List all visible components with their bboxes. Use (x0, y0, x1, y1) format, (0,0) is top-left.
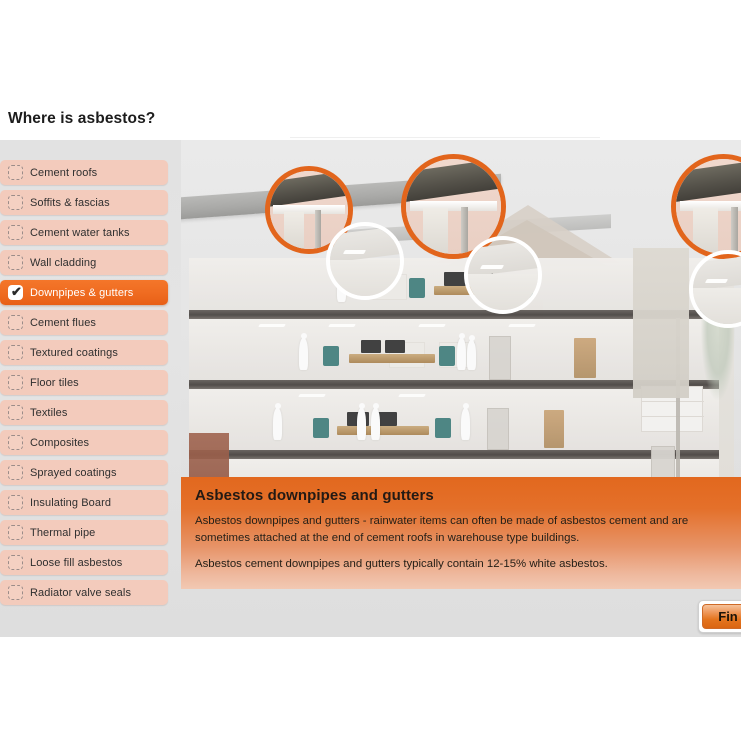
office-chair (439, 346, 455, 366)
ceiling-light (328, 324, 356, 327)
checklist-item-10[interactable]: ✔ Sprayed coatings (0, 460, 168, 485)
slide-page: Where is asbestos? Asbestos downpipes an… (0, 0, 741, 741)
person-figure (461, 403, 470, 440)
checklist-item-label: Downpipes & gutters (30, 286, 134, 299)
person-figure (357, 403, 366, 440)
hotspot-ceiling-detail-center[interactable] (464, 236, 542, 314)
page-bottom-whitespace (0, 637, 741, 741)
checklist-item-4[interactable]: ✔ Downpipes & gutters (0, 280, 168, 305)
checkbox-icon[interactable]: ✔ (8, 315, 23, 330)
checklist-item-label: Wall cladding (30, 256, 97, 269)
checklist-item-label: Cement flues (30, 316, 97, 329)
monitor (444, 272, 466, 286)
hotspot-zoom-content (330, 226, 400, 296)
desk (349, 354, 435, 363)
checkbox-icon[interactable]: ✔ (8, 375, 23, 390)
checkbox-checked-icon[interactable]: ✔ (8, 284, 23, 300)
caption-paragraph-2: Asbestos cement downpipes and gutters ty… (195, 558, 608, 570)
caption-paragraph-1: Asbestos downpipes and gutters - rainwat… (195, 515, 689, 544)
checklist-item-13[interactable]: ✔ Loose fill asbestos (0, 550, 168, 575)
checkbox-icon[interactable]: ✔ (8, 465, 23, 480)
header-divider (290, 137, 600, 138)
ceiling-light (508, 324, 536, 327)
checklist-item-0[interactable]: ✔ Cement roofs (0, 160, 168, 185)
floor-slab-3 (189, 450, 719, 459)
caption-panel: Asbestos downpipes and gutters Asbestos … (181, 477, 741, 589)
page-title: Where is asbestos? (8, 110, 156, 127)
asbestos-location-checklist: ✔ Cement roofs ✔ Soffits & fascias ✔ Cement w… (0, 160, 170, 615)
checkbox-icon[interactable]: ✔ (8, 165, 23, 180)
hotspot-zoom-content (468, 240, 538, 310)
hotspot-zoom-content (676, 159, 741, 254)
ceiling-light (398, 394, 426, 397)
checklist-item-label: Insulating Board (30, 496, 112, 509)
floor-3-interior (189, 389, 719, 450)
ceiling-light (258, 324, 286, 327)
checklist-item-label: Radiator valve seals (30, 586, 132, 599)
person-figure (273, 403, 282, 440)
checkbox-icon[interactable]: ✔ (8, 345, 23, 360)
checklist-item-8[interactable]: ✔ Textiles (0, 400, 168, 425)
person-figure (457, 333, 466, 370)
checklist-item-label: Sprayed coatings (30, 466, 117, 479)
checklist-item-3[interactable]: ✔ Wall cladding (0, 250, 168, 275)
checklist-item-label: Thermal pipe (30, 526, 96, 539)
checklist-item-9[interactable]: ✔ Composites (0, 430, 168, 455)
checklist-item-label: Cement roofs (30, 166, 98, 179)
monitor (361, 340, 381, 353)
checklist-item-6[interactable]: ✔ Textured coatings (0, 340, 168, 365)
checklist-item-11[interactable]: ✔ Insulating Board (0, 490, 168, 515)
building-cutaway-illustration (181, 140, 741, 485)
monitor (385, 340, 405, 353)
checklist-item-7[interactable]: ✔ Floor tiles (0, 370, 168, 395)
checkbox-icon[interactable]: ✔ (8, 225, 23, 240)
hotspot-ceiling-detail-right[interactable] (689, 250, 741, 328)
person-figure (467, 335, 476, 370)
office-chair (435, 418, 451, 438)
stair-tower (633, 248, 689, 398)
office-chair (313, 418, 329, 438)
desk (337, 426, 429, 435)
checklist-item-label: Textured coatings (30, 346, 118, 359)
ceiling-light (298, 394, 326, 397)
office-chair (323, 346, 339, 366)
ceiling-light (418, 324, 446, 327)
hotspot-ceiling-detail-left[interactable] (326, 222, 404, 300)
person-figure (299, 333, 308, 370)
lift-shaft (489, 336, 511, 380)
checklist-item-label: Textiles (30, 406, 68, 419)
hotspot-zoom-content (693, 254, 741, 324)
finish-button[interactable]: Fin (702, 604, 741, 629)
control-panel (651, 446, 675, 478)
checkbox-icon[interactable]: ✔ (8, 555, 23, 570)
header-band: Where is asbestos? (0, 0, 741, 140)
checklist-item-label: Floor tiles (30, 376, 79, 389)
checkbox-icon[interactable]: ✔ (8, 585, 23, 600)
checklist-item-label: Loose fill asbestos (30, 556, 123, 569)
checkbox-icon[interactable]: ✔ (8, 405, 23, 420)
checkbox-icon[interactable]: ✔ (8, 435, 23, 450)
hotspot-roof-gutter-detail-right[interactable] (671, 154, 741, 259)
checklist-item-2[interactable]: ✔ Cement water tanks (0, 220, 168, 245)
door (574, 338, 596, 378)
check-mark-icon: ✔ (11, 284, 22, 299)
checklist-item-label: Cement water tanks (30, 226, 130, 239)
checklist-item-label: Soffits & fascias (30, 196, 110, 209)
office-chair (409, 278, 425, 298)
checklist-item-1[interactable]: ✔ Soffits & fascias (0, 190, 168, 215)
finish-button-frame: Fin (698, 600, 741, 633)
caption-heading: Asbestos downpipes and gutters (195, 487, 434, 504)
checklist-item-14[interactable]: ✔ Radiator valve seals (0, 580, 168, 605)
checkbox-icon[interactable]: ✔ (8, 255, 23, 270)
checklist-item-label: Composites (30, 436, 90, 449)
lift-shaft (487, 408, 509, 450)
door (544, 410, 564, 448)
checkbox-icon[interactable]: ✔ (8, 495, 23, 510)
checkbox-icon[interactable]: ✔ (8, 525, 23, 540)
person-figure (371, 403, 380, 440)
checklist-item-5[interactable]: ✔ Cement flues (0, 310, 168, 335)
checklist-item-12[interactable]: ✔ Thermal pipe (0, 520, 168, 545)
checkbox-icon[interactable]: ✔ (8, 195, 23, 210)
